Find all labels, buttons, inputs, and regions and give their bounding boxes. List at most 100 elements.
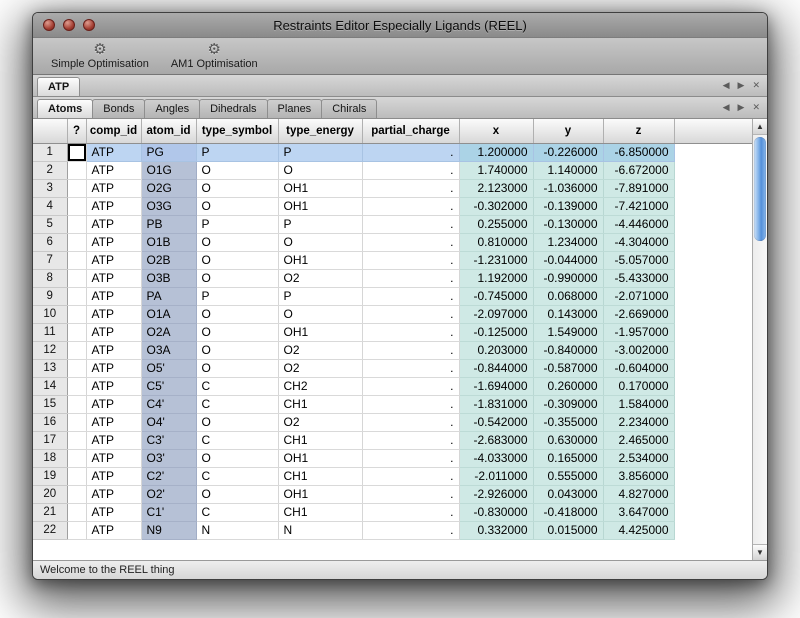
cell-comp_id[interactable]: ATP (86, 251, 141, 269)
tab-planes[interactable]: Planes (267, 99, 323, 118)
cell-type_symbol[interactable]: O (196, 359, 278, 377)
cell-type_symbol[interactable]: N (196, 521, 278, 539)
cell-comp_id[interactable]: ATP (86, 287, 141, 305)
row-number[interactable]: 7 (33, 251, 67, 269)
cell-type_symbol[interactable]: O (196, 161, 278, 179)
cell-partial_charge[interactable]: . (362, 431, 459, 449)
cell-atom_id[interactable]: O2B (141, 251, 196, 269)
cell-z[interactable]: -5.057000 (603, 251, 674, 269)
cell-z[interactable]: 3.856000 (603, 467, 674, 485)
cell-comp_id[interactable]: ATP (86, 215, 141, 233)
cell-atom_id[interactable]: O3' (141, 449, 196, 467)
cell-x[interactable]: 1.740000 (459, 161, 533, 179)
cell-partial_charge[interactable]: . (362, 161, 459, 179)
row-number[interactable]: 6 (33, 233, 67, 251)
question-cell[interactable] (67, 503, 86, 521)
tab-dihedrals[interactable]: Dihedrals (199, 99, 267, 118)
vertical-scrollbar[interactable]: ▲ ▼ (752, 119, 767, 560)
cell-comp_id[interactable]: ATP (86, 395, 141, 413)
cell-z[interactable]: -4.304000 (603, 233, 674, 251)
col-header-atom_id[interactable]: atom_id (141, 119, 196, 143)
cell-partial_charge[interactable]: . (362, 143, 459, 161)
cell-y[interactable]: 0.555000 (533, 467, 603, 485)
cell-type_symbol[interactable]: O (196, 323, 278, 341)
question-cell[interactable] (67, 161, 86, 179)
cell-z[interactable]: -5.433000 (603, 269, 674, 287)
row-number[interactable]: 16 (33, 413, 67, 431)
cell-atom_id[interactable]: C4' (141, 395, 196, 413)
cell-type_energy[interactable]: OH1 (278, 323, 362, 341)
cell-atom_id[interactable]: O2A (141, 323, 196, 341)
cell-y[interactable]: -0.840000 (533, 341, 603, 359)
cell-type_symbol[interactable]: O (196, 233, 278, 251)
cell-z[interactable]: -7.891000 (603, 179, 674, 197)
cell-y[interactable]: -0.226000 (533, 143, 603, 161)
cell-comp_id[interactable]: ATP (86, 359, 141, 377)
cell-atom_id[interactable]: O2' (141, 485, 196, 503)
row-number[interactable]: 18 (33, 449, 67, 467)
cell-comp_id[interactable]: ATP (86, 503, 141, 521)
cell-z[interactable]: 2.234000 (603, 413, 674, 431)
row-number[interactable]: 12 (33, 341, 67, 359)
cell-x[interactable]: 0.255000 (459, 215, 533, 233)
cell-type_symbol[interactable]: P (196, 287, 278, 305)
cell-x[interactable]: -1.231000 (459, 251, 533, 269)
cell-x[interactable]: -0.830000 (459, 503, 533, 521)
question-cell[interactable] (67, 143, 86, 161)
cell-type_energy[interactable]: OH1 (278, 197, 362, 215)
cell-partial_charge[interactable]: . (362, 341, 459, 359)
cell-z[interactable]: -0.604000 (603, 359, 674, 377)
cell-type_symbol[interactable]: O (196, 485, 278, 503)
cell-z[interactable]: -4.446000 (603, 215, 674, 233)
question-cell[interactable] (67, 287, 86, 305)
cell-z[interactable]: -6.672000 (603, 161, 674, 179)
row-number[interactable]: 14 (33, 377, 67, 395)
cell-x[interactable]: 0.332000 (459, 521, 533, 539)
cell-x[interactable]: 1.192000 (459, 269, 533, 287)
cell-z[interactable]: -2.669000 (603, 305, 674, 323)
cell-type_energy[interactable]: CH1 (278, 503, 362, 521)
cell-y[interactable]: -0.990000 (533, 269, 603, 287)
cell-x[interactable]: -0.745000 (459, 287, 533, 305)
cell-z[interactable]: 0.170000 (603, 377, 674, 395)
cell-comp_id[interactable]: ATP (86, 467, 141, 485)
cell-type_symbol[interactable]: O (196, 413, 278, 431)
cell-atom_id[interactable]: C3' (141, 431, 196, 449)
cell-y[interactable]: -0.130000 (533, 215, 603, 233)
row-number[interactable]: 15 (33, 395, 67, 413)
row-number[interactable]: 11 (33, 323, 67, 341)
question-cell[interactable] (67, 395, 86, 413)
cell-atom_id[interactable]: O1A (141, 305, 196, 323)
cell-type_symbol[interactable]: O (196, 251, 278, 269)
question-cell[interactable] (67, 467, 86, 485)
question-cell[interactable] (67, 341, 86, 359)
scroll-down-button[interactable]: ▼ (753, 544, 767, 560)
cell-atom_id[interactable]: O3G (141, 197, 196, 215)
cell-x[interactable]: -2.011000 (459, 467, 533, 485)
cell-y[interactable]: -0.587000 (533, 359, 603, 377)
cell-type_symbol[interactable]: C (196, 377, 278, 395)
cell-x[interactable]: -0.125000 (459, 323, 533, 341)
cell-comp_id[interactable]: ATP (86, 197, 141, 215)
cell-y[interactable]: 1.234000 (533, 233, 603, 251)
cell-y[interactable]: 0.043000 (533, 485, 603, 503)
cell-comp_id[interactable]: ATP (86, 305, 141, 323)
cell-partial_charge[interactable]: . (362, 377, 459, 395)
cell-y[interactable]: 0.630000 (533, 431, 603, 449)
cell-comp_id[interactable]: ATP (86, 233, 141, 251)
cell-comp_id[interactable]: ATP (86, 341, 141, 359)
cell-type_symbol[interactable]: C (196, 503, 278, 521)
cell-z[interactable]: 2.534000 (603, 449, 674, 467)
cell-type_symbol[interactable]: P (196, 143, 278, 161)
cell-type_energy[interactable]: O (278, 233, 362, 251)
cell-y[interactable]: 0.143000 (533, 305, 603, 323)
cell-partial_charge[interactable]: . (362, 485, 459, 503)
question-cell[interactable] (67, 449, 86, 467)
cell-type_energy[interactable]: CH1 (278, 395, 362, 413)
cell-type_energy[interactable]: OH1 (278, 449, 362, 467)
cell-type_energy[interactable]: O2 (278, 341, 362, 359)
zoom-button[interactable] (83, 19, 95, 31)
cell-partial_charge[interactable]: . (362, 251, 459, 269)
row-number[interactable]: 5 (33, 215, 67, 233)
cell-type_symbol[interactable]: O (196, 305, 278, 323)
